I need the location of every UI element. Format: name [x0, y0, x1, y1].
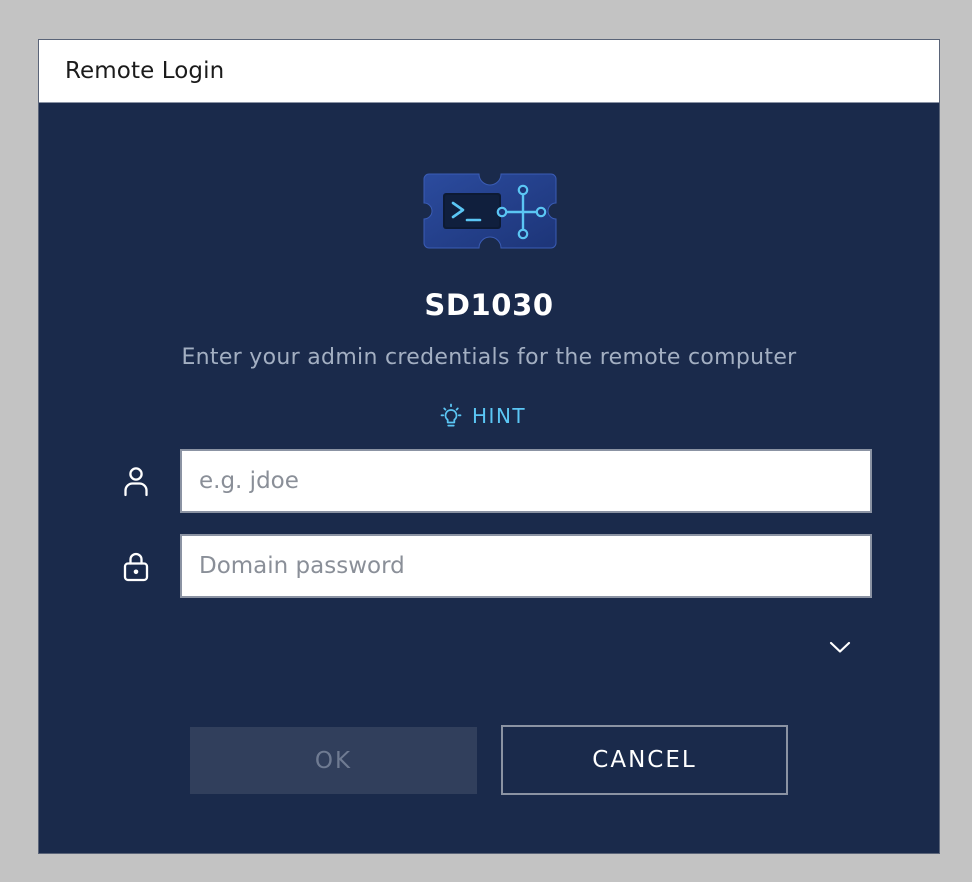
- username-input[interactable]: [180, 449, 872, 513]
- dialog-subtitle: Enter your admin credentials for the rem…: [181, 345, 797, 370]
- ok-button[interactable]: OK: [190, 727, 477, 794]
- chevron-down-icon[interactable]: [826, 633, 854, 661]
- hint-label: HINT: [472, 404, 527, 428]
- lightbulb-icon: [440, 403, 462, 427]
- remote-terminal-app-icon: [423, 173, 557, 249]
- lock-icon: [123, 552, 149, 582]
- remote-host-name: SD1030: [424, 288, 554, 322]
- user-icon: [124, 467, 148, 497]
- remote-login-dialog: Remote Login SD1030 Enter your admin cre…: [38, 39, 940, 854]
- dialog-title: Remote Login: [65, 58, 225, 84]
- password-input[interactable]: [180, 534, 872, 598]
- hint-link[interactable]: HINT: [439, 401, 526, 431]
- cancel-button[interactable]: CANCEL: [501, 725, 788, 795]
- dialog-titlebar: Remote Login: [39, 40, 939, 103]
